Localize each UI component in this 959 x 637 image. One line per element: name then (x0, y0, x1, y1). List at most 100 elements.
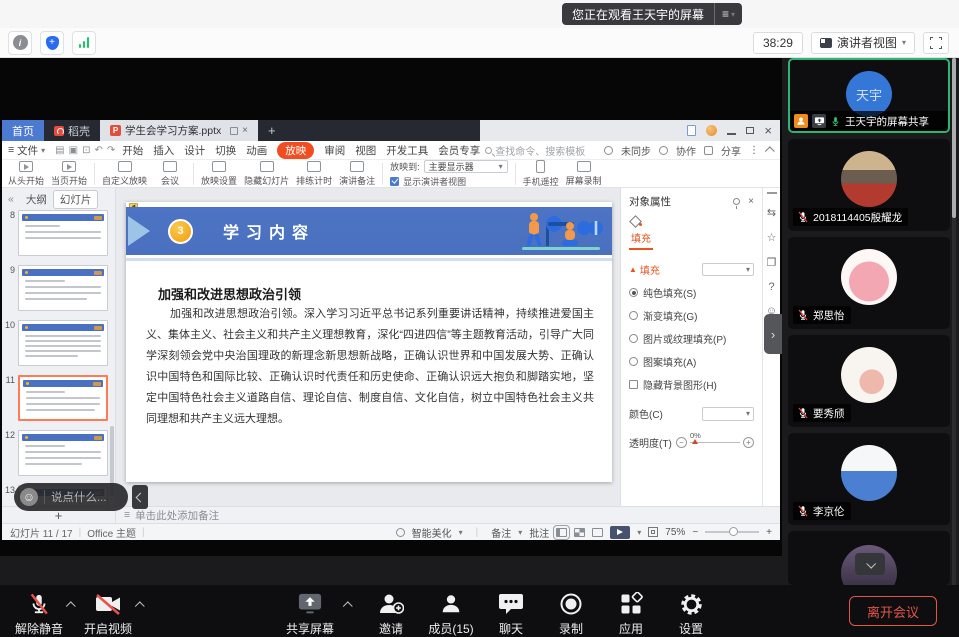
increase-icon[interactable]: + (743, 437, 754, 448)
zoom-out-icon[interactable]: − (692, 527, 698, 538)
share-button[interactable]: 分享 (721, 143, 741, 158)
save-icon[interactable]: ▤ (55, 145, 64, 156)
option-pattern-fill[interactable]: 图案填充(A) (629, 354, 754, 369)
file-menu[interactable]: ≡文件▾ (8, 143, 45, 158)
comments-toggle[interactable]: 批注 (529, 525, 549, 540)
network-status-button[interactable] (72, 31, 96, 55)
minimize-icon[interactable] (727, 133, 736, 135)
pin-icon[interactable] (733, 198, 740, 205)
wps-home-tab[interactable]: 首页 (2, 120, 44, 141)
menu-item-transition[interactable]: 切换 (215, 143, 236, 158)
slide-thumbnail-10[interactable] (18, 320, 108, 366)
option-gradient-fill[interactable]: 渐变填充(G) (629, 308, 754, 323)
zoom-in-icon[interactable]: + (766, 527, 772, 538)
screen-record-button[interactable]: 屏幕录制 (566, 161, 602, 187)
close-window-icon[interactable]: × (764, 124, 772, 137)
section-collapse-icon[interactable]: ▲ (629, 265, 637, 274)
tab-pin-icon[interactable] (230, 127, 238, 135)
new-tab-button[interactable]: + (258, 120, 286, 141)
wps-document-tab[interactable]: P 学生会学习方案.pptx × (100, 120, 258, 141)
notes-toggle[interactable]: 备注 (491, 525, 511, 540)
zoom-knob[interactable] (729, 527, 738, 536)
normal-view-icon[interactable] (556, 528, 567, 537)
sidebar-scrollbar-thumb[interactable] (952, 58, 956, 218)
chat-input[interactable]: ☺ 说点什么... (14, 483, 128, 511)
video-options-chevron[interactable] (135, 601, 145, 611)
menu-item-member[interactable]: 会员专享 (438, 143, 480, 158)
share-screen-button[interactable]: 共享屏幕 (283, 592, 337, 637)
preview-icon[interactable]: ⊡ (82, 145, 90, 156)
custom-show-button[interactable]: 自定义放映 (102, 161, 147, 187)
reading-view-icon[interactable] (592, 528, 603, 537)
fill-tab[interactable]: 填充 (629, 228, 653, 250)
menu-item-slideshow[interactable]: 放映 (277, 142, 314, 159)
menu-item-devtools[interactable]: 开发工具 (386, 143, 428, 158)
document-status-icon[interactable] (687, 125, 696, 136)
wps-docer-tab[interactable]: 稻壳 (44, 120, 100, 141)
chat-button[interactable]: 聊天 (484, 592, 538, 637)
participant-tile[interactable]: 2018114405殷耀龙 (788, 139, 950, 231)
members-button[interactable]: 成员(15) (424, 592, 478, 637)
rehearse-timing-button[interactable]: 排练计时 (296, 161, 332, 187)
wps-account-icon[interactable] (706, 125, 717, 136)
option-picture-fill[interactable]: 图片或纹理填充(P) (629, 331, 754, 346)
view-mode-selector[interactable]: 演讲者视图 ▾ (811, 32, 915, 54)
display-select[interactable]: 主要显示器▾ (424, 160, 508, 173)
menu-item-design[interactable]: 设计 (184, 143, 205, 158)
decrease-icon[interactable]: − (676, 437, 687, 448)
mic-options-chevron[interactable] (66, 601, 76, 611)
banner-menu-button[interactable]: ≡▾ (714, 3, 742, 25)
scroll-participants-button[interactable] (855, 553, 885, 575)
fullscreen-button[interactable] (923, 32, 949, 54)
slide-thumbnail-9[interactable] (18, 265, 108, 311)
speaker-notes-button[interactable]: 演讲备注 (339, 161, 375, 187)
start-video-button[interactable]: 开启视频 (81, 592, 135, 637)
current-slide[interactable]: ◄ 3 学习内容 (126, 202, 612, 482)
play-from-start-button[interactable]: 从头开始 (8, 161, 44, 187)
collab-button[interactable]: 协作 (676, 143, 696, 158)
participant-tile[interactable]: 郑思怡 (788, 237, 950, 329)
menu-item-view[interactable]: 视图 (355, 143, 376, 158)
properties-icon[interactable]: ⇆ (767, 206, 776, 219)
slide-thumbnail-11-selected[interactable] (18, 375, 108, 421)
slider-marker[interactable] (692, 439, 698, 444)
play-from-current-button[interactable]: 当页开始 (51, 161, 87, 187)
menu-item-review[interactable]: 审阅 (324, 143, 345, 158)
unmute-button[interactable]: 解除静音 (12, 592, 66, 637)
option-solid-fill[interactable]: 纯色填充(S) (629, 285, 754, 300)
meeting-button[interactable]: 会议 (154, 161, 186, 187)
menu-item-animation[interactable]: 动画 (246, 143, 267, 158)
outline-tab[interactable]: 大纲 (20, 191, 53, 208)
restore-icon[interactable] (746, 127, 754, 134)
close-tab-icon[interactable]: × (242, 125, 248, 136)
fit-window-icon[interactable] (648, 527, 658, 537)
copy-icon[interactable]: ❐ (767, 256, 777, 269)
option-hide-background[interactable]: 隐藏背景图形(H) (629, 377, 754, 392)
command-search[interactable]: 查找命令、搜索模板 (495, 143, 585, 158)
show-settings-button[interactable]: 放映设置 (201, 161, 237, 187)
record-button[interactable]: 录制 (544, 592, 598, 637)
sorter-view-icon[interactable] (574, 528, 585, 537)
menu-item-start[interactable]: 开始 (122, 143, 143, 158)
participant-tile[interactable]: 李京伦 (788, 433, 950, 525)
menu-item-insert[interactable]: 插入 (153, 143, 174, 158)
slide-thumbnail-8[interactable] (18, 210, 108, 256)
security-button[interactable] (40, 31, 64, 55)
sidebar-collapse-handle[interactable]: › (764, 314, 782, 354)
more-menu-icon[interactable]: ⋮ (749, 145, 759, 156)
apps-button[interactable]: 应用 (604, 592, 658, 637)
help-icon[interactable]: ? (768, 281, 774, 293)
beautify-button[interactable]: 智能美化 (412, 525, 452, 540)
star-icon[interactable]: ☆ (767, 231, 777, 244)
collapse-panel-icon[interactable]: « (8, 193, 14, 205)
participant-tile-sharer[interactable]: 天宇 王天宇的屏幕共享 (788, 58, 950, 133)
sync-status[interactable]: 未同步 (621, 143, 651, 158)
hide-slide-button[interactable]: 隐藏幻灯片 (244, 161, 289, 187)
theme-name[interactable]: Office 主题 (87, 525, 136, 540)
meeting-info-button[interactable]: i (8, 31, 32, 55)
close-panel-icon[interactable]: × (748, 196, 754, 207)
fill-preset-dropdown[interactable]: ▾ (702, 263, 754, 276)
phone-remote-button[interactable]: 手机遥控 (523, 160, 559, 188)
undo-icon[interactable]: ↶ (94, 145, 102, 156)
slideshow-play-button[interactable] (610, 526, 630, 539)
